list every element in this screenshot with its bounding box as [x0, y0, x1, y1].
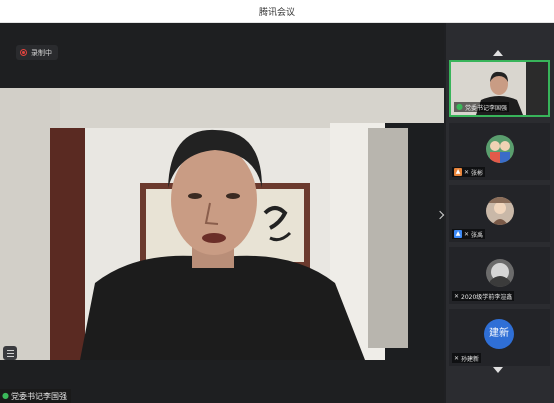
participant-name: 党委书记李国强 — [464, 104, 507, 112]
list-icon — [6, 349, 14, 351]
microphone-icon: ● — [2, 391, 9, 400]
avatar: 建新 — [484, 319, 514, 349]
avatar — [486, 197, 514, 225]
record-icon — [20, 49, 27, 56]
speaker-name-tag: ● 党委书记李国强 — [0, 389, 71, 403]
window-title: 腾讯会议 — [258, 8, 295, 18]
scroll-down-icon[interactable] — [493, 367, 503, 373]
list-icon — [6, 355, 14, 357]
participant-tile[interactable]: 建新 ✕ 孙建新 — [449, 309, 550, 366]
microphone-muted-icon: ✕ — [454, 292, 460, 300]
scroll-up-icon[interactable] — [493, 50, 503, 56]
microphone-muted-icon: ✕ — [464, 230, 470, 238]
list-icon — [6, 352, 14, 354]
participant-name: 孙建新 — [461, 355, 480, 363]
avatar-image — [486, 259, 514, 287]
participant-tile[interactable]: ✕ 2020级学前李渲鑫 — [449, 247, 550, 304]
participant-label: ✕ 孙建新 — [452, 353, 482, 363]
title-bar: 腾讯会议 — [0, 0, 554, 23]
participant-sidebar: ● 党委书记李国强 ▲ ✕ 张彬 ▲ ✕ 张禹 ✕ 2020级学前李渲鑫 建新 … — [446, 23, 554, 403]
speaker-video — [0, 88, 444, 360]
avatar — [486, 135, 514, 163]
avatar-image — [486, 135, 514, 163]
avatar — [486, 259, 514, 287]
microphone-muted-icon: ✕ — [454, 354, 460, 362]
participant-label: ● 党委书记李国强 — [454, 102, 509, 112]
participant-name: 张禹 — [471, 231, 484, 239]
speaker-video-frame — [0, 88, 444, 360]
user-icon: ▲ — [454, 168, 462, 176]
user-icon: ▲ — [454, 230, 462, 238]
participant-label: ▲ ✕ 张彬 — [452, 167, 486, 177]
recording-label: 录制中 — [31, 48, 52, 57]
microphone-muted-icon: ✕ — [464, 168, 470, 176]
microphone-icon: ● — [456, 102, 463, 111]
participant-name: 张彬 — [471, 169, 484, 177]
main-video-area[interactable]: 录制中 ● 党委书记李国强 — [0, 23, 444, 403]
recording-indicator[interactable]: 录制中 — [16, 45, 58, 60]
participant-tile[interactable]: ▲ ✕ 张彬 — [449, 123, 550, 180]
avatar-image — [486, 197, 514, 225]
participant-tile[interactable]: ● 党委书记李国强 — [449, 60, 550, 117]
participant-label: ✕ 2020级学前李渲鑫 — [452, 291, 515, 301]
participant-tile[interactable]: ▲ ✕ 张禹 — [449, 185, 550, 242]
speaker-name: 党委书记李国强 — [10, 391, 67, 401]
member-list-button[interactable] — [3, 346, 17, 360]
participant-name: 2020级学前李渲鑫 — [461, 293, 513, 301]
participant-label: ▲ ✕ 张禹 — [452, 229, 486, 239]
